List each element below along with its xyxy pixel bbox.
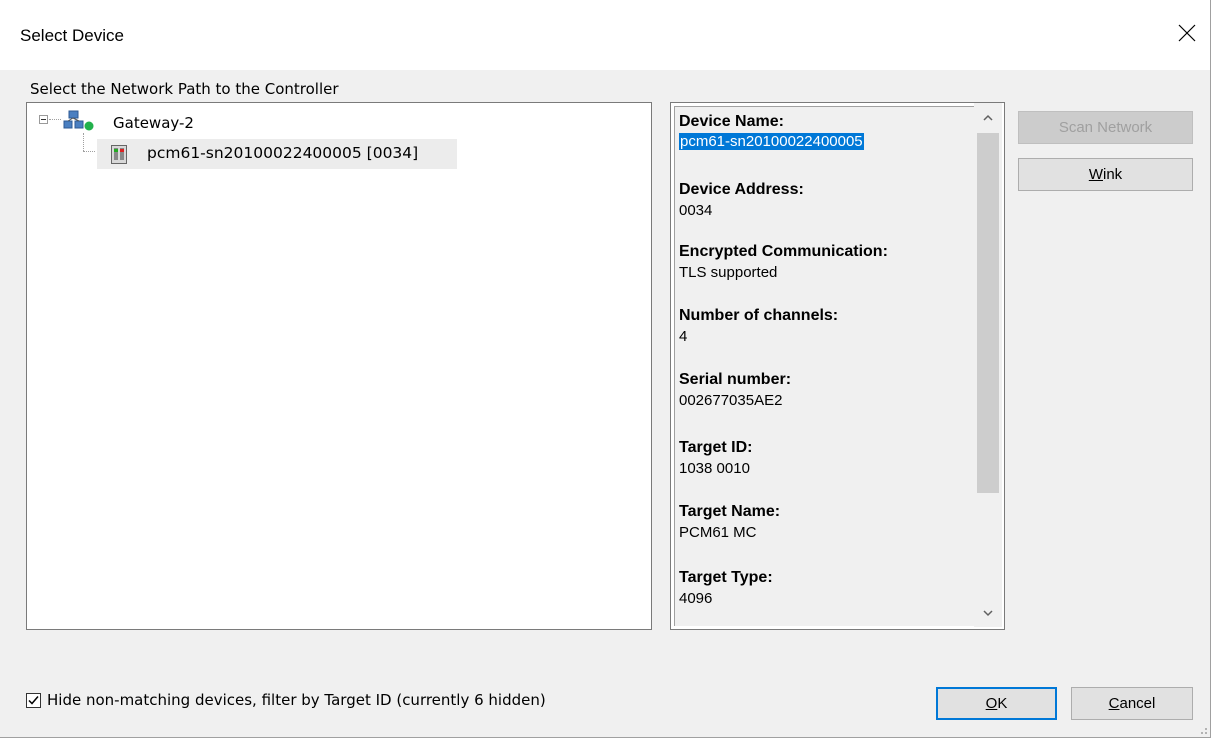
scroll-thumb[interactable] (977, 133, 999, 493)
cancel-button[interactable]: Cancel (1071, 687, 1193, 720)
prop-value-target-name: PCM61 MC (679, 524, 757, 541)
chevron-up-icon (983, 114, 993, 121)
scroll-up-button[interactable] (974, 103, 1002, 131)
prop-value-encrypted-communication: TLS supported (679, 264, 778, 281)
select-device-dialog: Select Device Select the Network Path to… (0, 0, 1211, 738)
close-button[interactable] (1164, 10, 1210, 56)
prop-heading-target-name: Target Name: (679, 503, 781, 520)
network-path-label: Select the Network Path to the Controlle… (30, 80, 339, 98)
prop-value-target-id: 1038 0010 (679, 460, 750, 477)
device-properties-pane[interactable]: Device Name: pcm61-sn20100022400005 Devi… (670, 102, 1005, 630)
properties-scrollbar[interactable] (974, 103, 1002, 627)
tree-connector (49, 119, 61, 120)
device-label: pcm61-sn20100022400005 [0034] (147, 144, 419, 162)
prop-heading-target-type: Target Type: (679, 569, 773, 586)
close-icon (1178, 24, 1196, 42)
prop-heading-device-name: Device Name: (679, 113, 784, 130)
prop-value-target-type: 4096 (679, 590, 713, 607)
properties-content: Device Name: pcm61-sn20100022400005 Devi… (674, 106, 974, 626)
controller-device-icon (111, 145, 127, 164)
prop-value-device-address: 0034 (679, 202, 713, 219)
tree-connector (83, 133, 84, 151)
prop-heading-serial-number: Serial number: (679, 371, 792, 388)
title-bar[interactable]: Select Device (0, 0, 1210, 70)
resize-grip-icon[interactable] (1198, 725, 1208, 735)
scroll-down-button[interactable] (974, 599, 1002, 627)
checkbox-box[interactable] (26, 692, 41, 708)
prop-value-number-of-channels: 4 (679, 328, 688, 345)
chevron-down-icon (983, 609, 993, 616)
prop-heading-target-id: Target ID: (679, 439, 753, 456)
checkmark-icon (28, 695, 39, 705)
hide-non-matching-checkbox[interactable]: Hide non-matching devices, filter by Tar… (26, 691, 546, 709)
tree-item-device[interactable]: pcm61-sn20100022400005 [0034] (97, 139, 457, 169)
network-tree[interactable]: Gateway-2 pcm61-sn20100022400005 [0034] (26, 102, 652, 630)
wink-button[interactable]: Wink (1018, 158, 1193, 191)
filter-label: Hide non-matching devices, filter by Tar… (47, 691, 546, 709)
online-status-icon (84, 121, 94, 131)
collapse-toggle[interactable] (39, 115, 48, 124)
prop-heading-number-of-channels: Number of channels: (679, 307, 839, 324)
tree-connector (83, 151, 95, 152)
scroll-track[interactable] (974, 131, 1002, 599)
dialog-title: Select Device (20, 26, 124, 45)
ok-button[interactable]: OK (936, 687, 1057, 720)
prop-value-serial-number: 002677035AE2 (679, 392, 783, 409)
prop-heading-device-address: Device Address: (679, 181, 804, 198)
prop-heading-encrypted-communication: Encrypted Communication: (679, 243, 888, 260)
prop-value-device-name[interactable]: pcm61-sn20100022400005 (679, 133, 864, 150)
tree-item-gateway[interactable]: Gateway-2 (113, 114, 194, 132)
scan-network-button[interactable]: Scan Network (1018, 111, 1193, 144)
